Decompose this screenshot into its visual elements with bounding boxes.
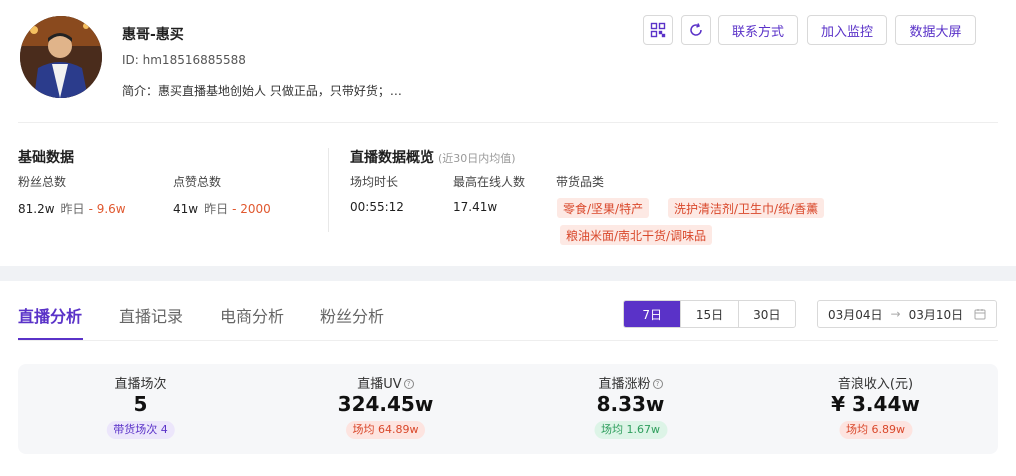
period-selector: 7日 15日 30日 bbox=[623, 300, 796, 328]
fans-total-value: 81.2w 昨日 - 9.6w bbox=[18, 200, 126, 217]
profile-card: 惠哥-惠买 ID: hm18516885588 简介：惠买直播基地创始人 只做正… bbox=[0, 0, 1016, 266]
stat-badge: 场均 6.89w bbox=[839, 421, 912, 439]
live-overview-title: 直播数据概览 (近30日内均值) bbox=[350, 147, 516, 167]
streamer-intro: 简介：惠买直播基地创始人 只做正品，只带好货；… bbox=[122, 84, 402, 98]
likes-total-label: 点赞总数 bbox=[173, 175, 222, 189]
divider bbox=[18, 122, 998, 123]
stat-title: 直播涨粉 bbox=[598, 377, 651, 392]
likes-change: - 2000 bbox=[232, 202, 271, 216]
stat-title-row: 直播UV? bbox=[263, 373, 508, 392]
tab-ecommerce-analysis[interactable]: 电商分析 bbox=[220, 303, 284, 327]
fans-change: - 9.6w bbox=[88, 202, 126, 216]
stat-live-sessions: 直播场次 5 带货场次 4 bbox=[18, 364, 263, 454]
stat-badge: 场均 64.89w bbox=[345, 421, 426, 439]
avatar[interactable] bbox=[20, 16, 102, 98]
help-icon[interactable]: ? bbox=[403, 379, 414, 389]
calendar-icon bbox=[974, 309, 986, 320]
stat-gift-income: 音浪收入(元) ¥ 3.44w 场均 6.89w bbox=[753, 364, 998, 454]
contact-button[interactable]: 联系方式 bbox=[718, 15, 798, 45]
add-monitor-button[interactable]: 加入监控 bbox=[807, 15, 887, 45]
stats-panel: 直播场次 5 带货场次 4 直播UV? 324.45w 场均 64.89w 直播… bbox=[18, 364, 998, 454]
stat-value: 5 bbox=[133, 392, 148, 416]
qr-code-button[interactable] bbox=[643, 15, 673, 45]
streamer-id: ID: hm18516885588 bbox=[122, 53, 246, 67]
stat-value: 324.45w bbox=[337, 392, 434, 416]
stat-title: 音浪收入(元) bbox=[837, 377, 914, 392]
analysis-card: 直播分析 直播记录 电商分析 粉丝分析 7日 15日 30日 03月04日 → … bbox=[0, 281, 1016, 476]
stat-fans-growth: 直播涨粉? 8.33w 场均 1.67w bbox=[508, 364, 753, 454]
date-end: 03月10日 bbox=[908, 307, 964, 322]
category-tag: 零食/坚果/特产 bbox=[557, 198, 650, 218]
basic-data-title: 基础数据 bbox=[18, 150, 74, 166]
active-tab-indicator bbox=[18, 338, 83, 340]
live-overview-note: (近30日内均值) bbox=[438, 152, 516, 165]
tab-live-records[interactable]: 直播记录 bbox=[119, 303, 183, 327]
peak-online-label: 最高在线人数 bbox=[453, 175, 526, 189]
period-15-days[interactable]: 15日 bbox=[680, 301, 737, 327]
tab-live-analysis[interactable]: 直播分析 bbox=[18, 303, 82, 327]
fans-total-label: 粉丝总数 bbox=[18, 175, 67, 189]
category-tag: 粮油米面/南北干货/调味品 bbox=[560, 225, 713, 245]
section-divider bbox=[328, 148, 329, 232]
tab-fans-analysis[interactable]: 粉丝分析 bbox=[320, 303, 384, 327]
help-icon[interactable]: ? bbox=[652, 379, 663, 389]
date-range-picker[interactable]: 03月04日 → 03月10日 bbox=[817, 300, 997, 328]
stat-badge: 场均 1.67w bbox=[594, 421, 667, 439]
stat-value: ¥ 3.44w bbox=[831, 392, 920, 416]
period-30-days[interactable]: 30日 bbox=[737, 301, 795, 327]
fans-yesterday-label: 昨日 bbox=[60, 202, 85, 216]
stat-value: 8.33w bbox=[596, 392, 665, 416]
stat-title-row: 直播涨粉? bbox=[508, 373, 753, 392]
fans-total-number: 81.2w bbox=[18, 202, 55, 216]
live-overview-heading: 直播数据概览 bbox=[350, 150, 434, 166]
avg-duration-value: 00:55:12 bbox=[350, 200, 404, 214]
avg-duration-label: 场均时长 bbox=[350, 175, 399, 189]
likes-total-number: 41w bbox=[173, 202, 199, 216]
refresh-button[interactable] bbox=[681, 15, 711, 45]
stat-title: 直播UV bbox=[357, 377, 402, 392]
peak-online-value: 17.41w bbox=[453, 200, 498, 214]
category-label: 带货品类 bbox=[556, 175, 605, 189]
tab-baseline bbox=[18, 340, 998, 341]
streamer-name: 惠哥-惠买 bbox=[122, 27, 184, 43]
date-start: 03月04日 bbox=[828, 307, 883, 322]
stat-badge: 带货场次 4 bbox=[106, 421, 175, 439]
data-screen-button[interactable]: 数据大屏 bbox=[895, 15, 976, 45]
likes-total-value: 41w 昨日 - 2000 bbox=[173, 200, 271, 217]
qr-code-icon bbox=[650, 22, 666, 38]
likes-yesterday-label: 昨日 bbox=[204, 202, 229, 216]
refresh-icon bbox=[690, 23, 702, 36]
stat-title: 直播场次 bbox=[114, 377, 167, 392]
stat-live-uv: 直播UV? 324.45w 场均 64.89w bbox=[263, 364, 508, 454]
category-tag: 洗护清洁剂/卫生巾/纸/香薰 bbox=[668, 198, 825, 218]
arrow-right-icon: → bbox=[890, 307, 901, 321]
period-7-days[interactable]: 7日 bbox=[624, 301, 681, 327]
